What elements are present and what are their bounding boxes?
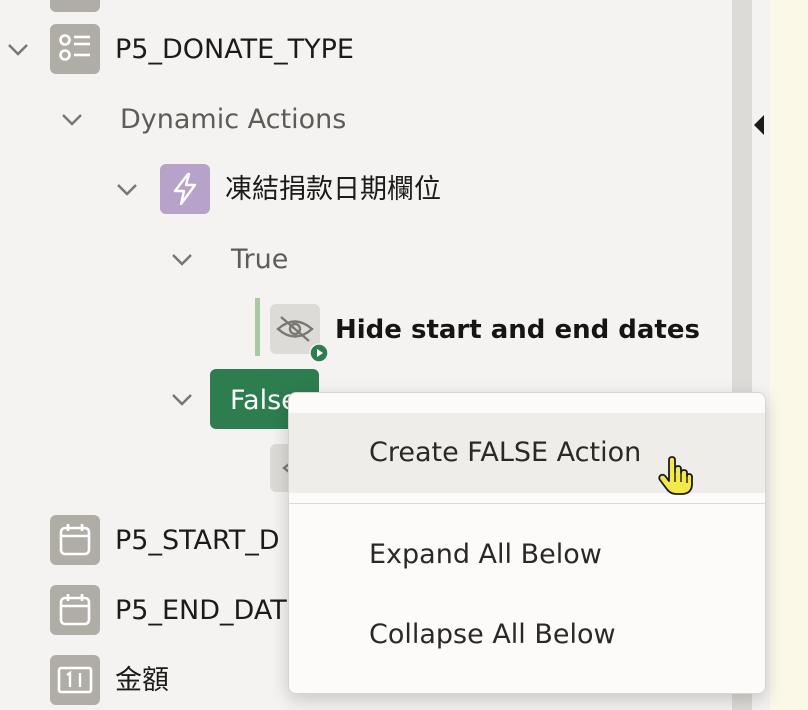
chevron-down-icon[interactable] [114,176,140,202]
hand-cursor-icon [658,456,693,495]
top-item-icon [50,0,100,12]
collapse-arrow-icon[interactable] [754,115,764,135]
chevron-down-icon[interactable] [169,386,195,412]
tree-node-end-date[interactable]: P5_END_DAT [115,597,287,624]
calendar-icon [50,515,100,565]
context-menu: Create FALSE Action Expand All Below Col… [288,392,766,694]
tree-node-dynamic-actions[interactable]: Dynamic Actions [120,106,346,133]
tree-node-start-date[interactable]: P5_START_D [115,527,280,554]
number-field-icon [50,655,100,705]
play-badge-icon [309,343,329,363]
action-indicator-bar [255,298,260,356]
menu-item-expand-all-below[interactable]: Expand All Below [289,515,765,595]
lightning-icon [160,164,210,214]
menu-item-collapse-all-below[interactable]: Collapse All Below [289,595,765,675]
tree-node-hide-action[interactable]: Hide start and end dates [335,317,700,343]
chevron-down-icon[interactable] [169,246,195,272]
calendar-icon [50,585,100,635]
chevron-down-icon[interactable] [59,106,85,132]
tree-node-da-event[interactable]: 凍結捐款日期欄位 [225,176,441,203]
menu-separator [289,503,765,504]
tree-node-donate-type[interactable]: P5_DONATE_TYPE [115,36,354,63]
tree-node-amount[interactable]: 金額 [115,667,169,694]
right-panel-edge [770,0,808,710]
radio-group-icon [50,24,100,74]
tree-node-true[interactable]: True [231,246,288,273]
chevron-down-icon[interactable] [5,36,31,62]
